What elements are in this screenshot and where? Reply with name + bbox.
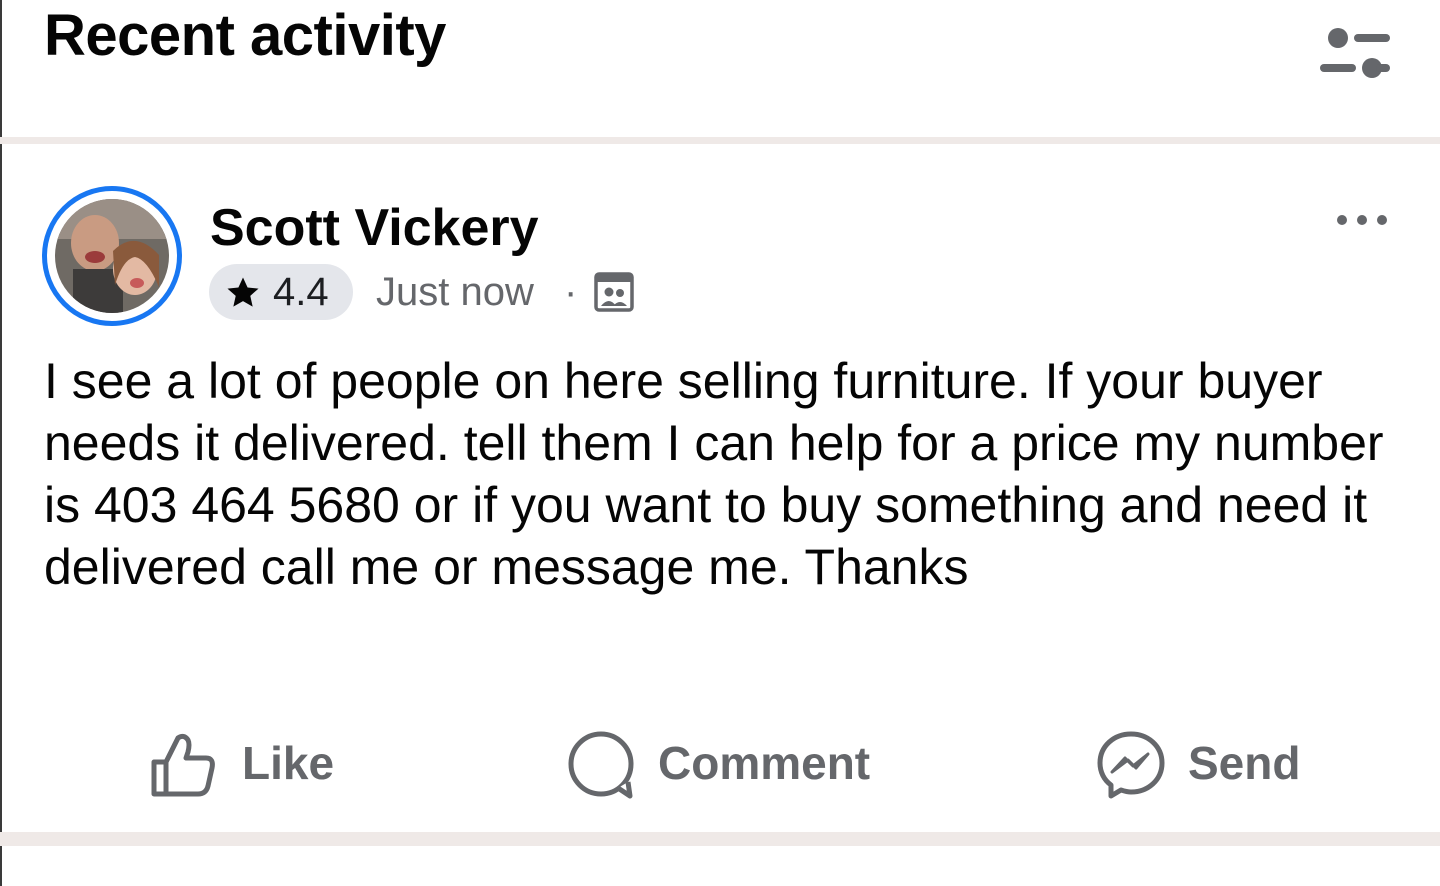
- activity-post: Scott Vickery 4.4 Just now · I see a lot…: [0, 144, 1440, 832]
- author-name[interactable]: Scott Vickery: [210, 198, 539, 258]
- sliders-icon: [1320, 28, 1390, 78]
- page-title: Recent activity: [44, 3, 446, 68]
- messenger-icon: [1097, 731, 1165, 799]
- section-divider: [0, 832, 1440, 846]
- thumbs-up-icon: [151, 733, 215, 797]
- comment-button[interactable]: Comment: [566, 726, 886, 802]
- section-divider: [0, 137, 1440, 144]
- avatar-photo: [55, 199, 169, 313]
- group-audience-icon: [594, 272, 634, 312]
- star-icon: [227, 277, 259, 307]
- send-label: Send: [1188, 737, 1301, 789]
- comment-bubble-icon: [568, 731, 634, 799]
- send-button[interactable]: Send: [1096, 726, 1316, 802]
- post-body: I see a lot of people on here selling fu…: [44, 353, 1384, 595]
- post-options-button[interactable]: [1332, 206, 1392, 234]
- rating-value: 4.4: [273, 270, 329, 314]
- meta-separator: ·: [564, 270, 578, 314]
- avatar[interactable]: [42, 186, 182, 326]
- more-dots-icon: [1337, 215, 1387, 225]
- filter-button[interactable]: [1316, 22, 1394, 88]
- rating-badge: 4.4: [209, 264, 353, 320]
- like-label: Like: [242, 737, 335, 789]
- post-timestamp: Just now: [376, 270, 534, 314]
- like-button[interactable]: Like: [148, 726, 348, 802]
- comment-label: Comment: [658, 737, 871, 789]
- recent-activity-header: Recent activity: [0, 0, 1440, 138]
